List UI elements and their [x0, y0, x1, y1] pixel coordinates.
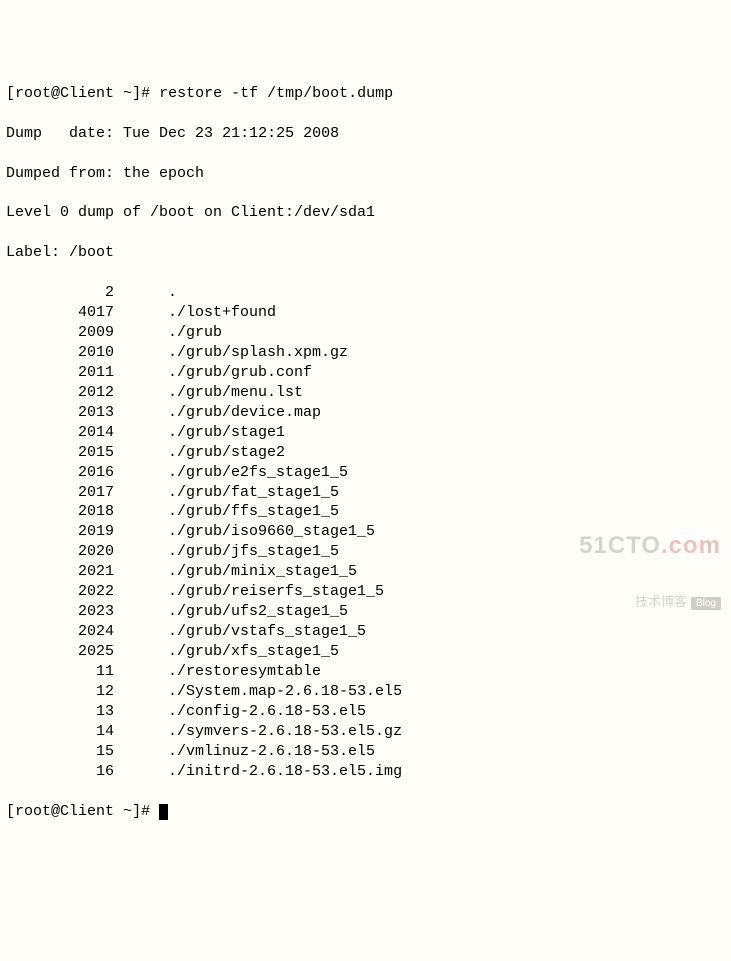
dumped-from-line: Dumped from: the epoch [6, 164, 725, 184]
entry-row: 11 ./restoresymtable [6, 662, 725, 682]
entry-row: 4017 ./lost+found [6, 303, 725, 323]
label-label: Label: [6, 244, 60, 261]
label-value: /boot [69, 244, 114, 261]
entry-row: 2021 ./grub/minix_stage1_5 [6, 562, 725, 582]
dump-date-value: Tue Dec 23 21:12:25 2008 [123, 125, 339, 142]
entry-row: 2016 ./grub/e2fs_stage1_5 [6, 463, 725, 483]
entry-row: 2022 ./grub/reiserfs_stage1_5 [6, 582, 725, 602]
entry-row: 2 . [6, 283, 725, 303]
entry-row: 14 ./symvers-2.6.18-53.el5.gz [6, 722, 725, 742]
terminal-prompt-line: [root@Client ~]# restore -tf /tmp/boot.d… [6, 84, 725, 104]
prompt-user: root [15, 85, 51, 102]
prompt-user: root [15, 803, 51, 820]
entry-row: 2018 ./grub/ffs_stage1_5 [6, 502, 725, 522]
entry-row: 15 ./vmlinuz-2.6.18-53.el5 [6, 742, 725, 762]
prompt-dir: ~ [123, 85, 132, 102]
prompt-symbol: # [141, 803, 150, 820]
entry-row: 2009 ./grub [6, 323, 725, 343]
entry-row: 2024 ./grub/vstafs_stage1_5 [6, 622, 725, 642]
entry-row: 2012 ./grub/menu.lst [6, 383, 725, 403]
entry-row: 2020 ./grub/jfs_stage1_5 [6, 542, 725, 562]
prompt-dir: ~ [123, 803, 132, 820]
command-text: restore -tf /tmp/boot.dump [159, 85, 393, 102]
entry-row: 2011 ./grub/grub.conf [6, 363, 725, 383]
dump-date-label: Dump date: [6, 125, 114, 142]
dumped-from-label: Dumped from: [6, 165, 114, 182]
cursor[interactable] [159, 804, 168, 820]
entry-row: 2014 ./grub/stage1 [6, 423, 725, 443]
terminal-prompt-line-2: [root@Client ~]# [6, 802, 725, 822]
label-line: Label: /boot [6, 243, 725, 263]
entry-list: 2 . 4017 ./lost+found 2009 ./grub 2010 .… [6, 283, 725, 781]
prompt-host: Client [60, 803, 114, 820]
entry-row: 16 ./initrd-2.6.18-53.el5.img [6, 762, 725, 782]
dumped-from-value: the epoch [123, 165, 204, 182]
level-line: Level 0 dump of /boot on Client:/dev/sda… [6, 203, 725, 223]
entry-row: 2015 ./grub/stage2 [6, 443, 725, 463]
entry-row: 2019 ./grub/iso9660_stage1_5 [6, 522, 725, 542]
entry-row: 2017 ./grub/fat_stage1_5 [6, 483, 725, 503]
entry-row: 2010 ./grub/splash.xpm.gz [6, 343, 725, 363]
dump-date-line: Dump date: Tue Dec 23 21:12:25 2008 [6, 124, 725, 144]
prompt-host: Client [60, 85, 114, 102]
entry-row: 2013 ./grub/device.map [6, 403, 725, 423]
prompt-symbol: # [141, 85, 150, 102]
entry-row: 13 ./config-2.6.18-53.el5 [6, 702, 725, 722]
entry-row: 2025 ./grub/xfs_stage1_5 [6, 642, 725, 662]
entry-row: 2023 ./grub/ufs2_stage1_5 [6, 602, 725, 622]
entry-row: 12 ./System.map-2.6.18-53.el5 [6, 682, 725, 702]
